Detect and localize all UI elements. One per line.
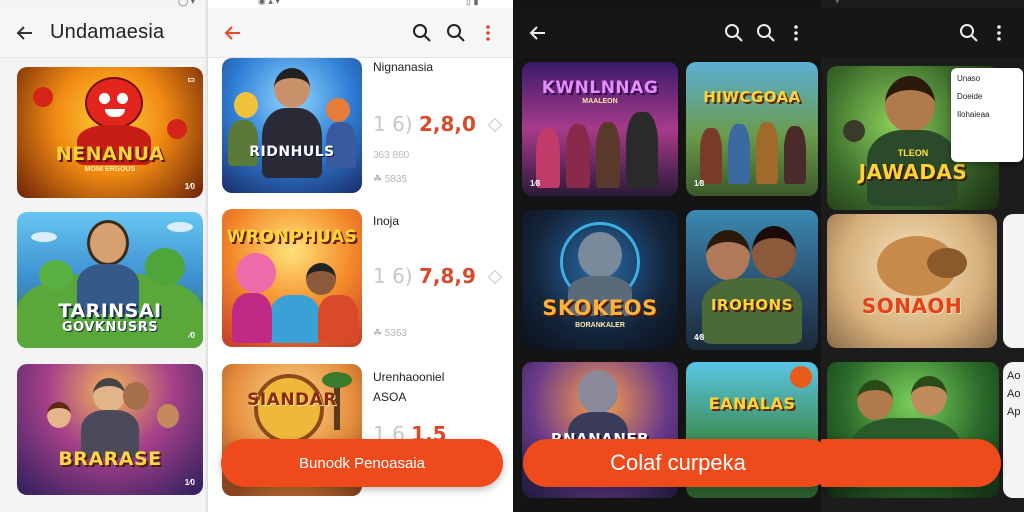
app-bar [513, 8, 821, 58]
game-card-art [686, 62, 818, 196]
game-card[interactable]: SKOKEOS BORANKALER [522, 210, 678, 350]
search-icon-secondary[interactable] [443, 20, 469, 46]
game-logo: NENANUA [55, 143, 165, 165]
game-badge: 1⁄8 [530, 179, 541, 188]
back-arrow-icon[interactable] [12, 20, 38, 46]
menu-item[interactable]: Ilohaieaa [957, 110, 1017, 119]
panel-detail-light: ◉ ▴ ▾ ▯ ▮ RIDNHULS Nignanasia 1 6) 2,8,0… [207, 0, 513, 512]
game-badge: ⁄0 [189, 331, 195, 340]
panel-grid-dark: KWNLNNAG MAALEON 1⁄8 HIWCGOAA 1⁄8 SKOKEO… [513, 0, 821, 512]
game-logo: HIWCGOAA [703, 88, 801, 106]
game-card[interactable]: HIWCGOAA 1⁄8 [686, 62, 818, 196]
menu-item[interactable]: Unaso [957, 74, 1017, 83]
item-price: 1 6) 7,8,9 [373, 264, 476, 288]
game-logo-line2: GOVKNUSRS [61, 320, 159, 335]
item-rating: ☘ 5363 [373, 328, 407, 339]
edge-label: Ap [1007, 406, 1021, 418]
more-vert-icon[interactable] [475, 20, 501, 46]
panel-list-light: ◯ ▾ Undamaesia NENANUA MONI ERGOUS ▭ 1⁄0 [0, 0, 205, 512]
game-logo: EANALAS [708, 394, 796, 413]
game-card[interactable]: SONAOH [827, 214, 997, 348]
back-arrow-icon[interactable] [220, 20, 246, 46]
game-subtitle: MONI ERGOUS [84, 166, 136, 173]
item-title: Urenhaooniel [373, 370, 445, 384]
game-subtitle: BORANKALER [575, 322, 625, 329]
game-card[interactable]: RIDNHULS [222, 58, 362, 193]
primary-action-button[interactable]: Bunodk Penoasaia [221, 439, 503, 487]
item-title: Inoja [373, 214, 400, 228]
search-icon-secondary[interactable] [753, 20, 779, 46]
game-badge: 4⁄8 [694, 333, 705, 342]
search-icon[interactable] [721, 20, 747, 46]
status-bar: ◉ ▴ ▾ ▯ ▮ [208, 0, 513, 8]
status-icons: ▾ [835, 0, 840, 6]
status-bar: ▾ [821, 0, 1024, 8]
game-card[interactable]: NENANUA MONI ERGOUS ▭ 1⁄0 [17, 67, 203, 198]
app-bar [821, 8, 1024, 58]
wishlist-icon[interactable] [487, 269, 503, 285]
status-icons: ◉ ▴ ▾ [258, 0, 280, 6]
price-current: 2,8,0 [418, 112, 476, 136]
game-logo: SONAOH [861, 294, 963, 318]
game-card-art [686, 210, 818, 350]
status-battery: ▯ ▮ [466, 0, 479, 6]
item-title: Nignanasia [373, 60, 434, 74]
game-logo: KWNLNNAG [541, 78, 659, 98]
game-card[interactable]: TARINSAI GOVKNUSRS ⁄0 [17, 212, 203, 348]
app-bar: Undamaesia [0, 8, 205, 58]
edge-card[interactable] [1003, 214, 1024, 348]
primary-action-button[interactable]: Colaf curpeka [523, 439, 821, 487]
item-meta: 363 860 [373, 150, 410, 161]
game-logo: TARINSAI [58, 300, 162, 322]
menu-item[interactable]: Doeide [957, 92, 1017, 101]
overflow-menu: Unaso Doeide Ilohaieaa [951, 68, 1023, 162]
item-title-line2: ASOA [373, 390, 407, 404]
screenshot-root: ◯ ▾ Undamaesia NENANUA MONI ERGOUS ▭ 1⁄0 [0, 0, 1024, 512]
more-vert-icon[interactable] [783, 20, 809, 46]
edge-label: Ao [1007, 370, 1021, 382]
status-bar: ◯ ▾ [0, 0, 205, 8]
game-card[interactable]: BRARASE 1⁄0 [17, 364, 203, 495]
game-card-art [522, 210, 678, 350]
game-card[interactable]: KWNLNNAG MAALEON 1⁄8 [522, 62, 678, 196]
game-card-art [222, 58, 362, 193]
price-old: 1 6) [373, 264, 413, 288]
game-logo: BRARASE [58, 448, 162, 470]
game-card-art [17, 364, 203, 495]
search-icon[interactable] [409, 20, 435, 46]
wishlist-icon[interactable] [487, 117, 503, 133]
game-card[interactable]: WRONPHUAS [222, 209, 362, 347]
page-title: Undamaesia [50, 21, 165, 43]
price-old: 1 6) [373, 112, 413, 136]
edge-label: Ao [1007, 388, 1021, 400]
status-icons: ◯ ▾ [178, 0, 196, 6]
corner-icon: ▭ [187, 75, 195, 84]
game-logo: IROHONS [710, 296, 794, 314]
game-logo: SIANDAR [247, 390, 337, 410]
item-price: 1 6) 2,8,0 [373, 112, 476, 136]
game-logo: WRONPHUAS [226, 227, 358, 247]
game-badge: 1⁄0 [184, 478, 195, 487]
search-icon[interactable] [956, 20, 982, 46]
game-card[interactable]: IROHONS 4⁄8 [686, 210, 818, 350]
game-badge: 1⁄0 [184, 182, 195, 191]
item-rating: ☘ 5835 [373, 174, 407, 185]
game-logo: RIDNHULS [249, 144, 335, 160]
price-current: 7,8,9 [418, 264, 476, 288]
edge-card[interactable]: Ao Ao Ap [1003, 362, 1024, 498]
app-bar [208, 8, 513, 58]
primary-action-button-edge[interactable] [821, 439, 1001, 487]
game-card-art [827, 214, 997, 348]
game-subtitle: MAALEON [582, 98, 618, 105]
game-logo: SKOKEOS [542, 296, 658, 320]
game-logo: JAWADAS [858, 160, 968, 184]
game-card-art [17, 67, 203, 198]
game-badge: 1⁄8 [694, 179, 705, 188]
back-arrow-icon[interactable] [525, 20, 551, 46]
more-vert-icon[interactable] [986, 20, 1012, 46]
